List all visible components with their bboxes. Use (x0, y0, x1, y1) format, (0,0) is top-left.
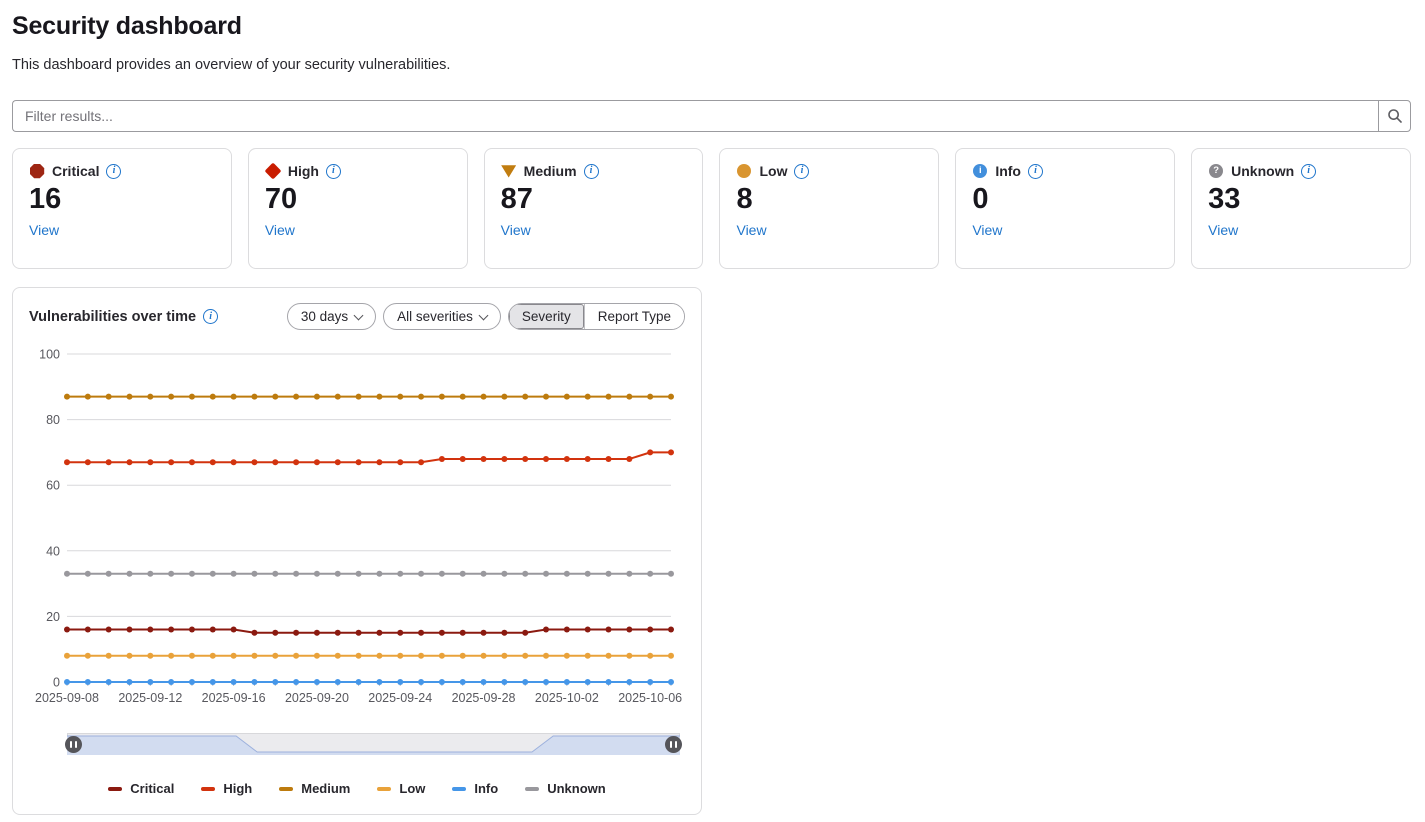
svg-text:2025-10-06: 2025-10-06 (618, 691, 682, 705)
chart-zoom-slider[interactable] (67, 733, 680, 755)
legend-item-unknown[interactable]: Unknown (525, 781, 606, 796)
legend-label: Medium (301, 781, 350, 796)
vulnerabilities-over-time-panel: Vulnerabilities over time i 30 days All … (12, 287, 702, 815)
svg-text:2025-09-28: 2025-09-28 (452, 691, 516, 705)
chart-legend: Critical High Medium Low Info Unknown (29, 781, 685, 796)
medium-severity-icon (501, 163, 517, 179)
toggle-report-type[interactable]: Report Type (584, 304, 684, 329)
info-icon[interactable]: i (203, 309, 218, 324)
severity-card-label: Critical (52, 163, 99, 179)
legend-swatch (279, 787, 293, 791)
legend-swatch (201, 787, 215, 791)
legend-item-medium[interactable]: Medium (279, 781, 350, 796)
info-severity-icon: i (972, 163, 988, 179)
legend-label: Low (399, 781, 425, 796)
svg-text:60: 60 (46, 479, 60, 493)
legend-label: Critical (130, 781, 174, 796)
severity-card-label: High (288, 163, 319, 179)
legend-swatch (377, 787, 391, 791)
chevron-down-icon (354, 310, 364, 320)
unknown-severity-icon: ? (1208, 163, 1224, 179)
legend-label: High (223, 781, 252, 796)
high-severity-icon (265, 163, 281, 179)
svg-text:0: 0 (53, 676, 60, 690)
info-icon[interactable]: i (1028, 164, 1043, 179)
legend-swatch (525, 787, 539, 791)
severity-card-label: Info (995, 163, 1021, 179)
legend-label: Unknown (547, 781, 606, 796)
view-link[interactable]: View (501, 222, 531, 238)
svg-text:2025-09-24: 2025-09-24 (368, 691, 432, 705)
severity-cards-row: Critical i 16 View High i 70 View Medium… (12, 148, 1411, 269)
svg-text:2025-09-20: 2025-09-20 (285, 691, 349, 705)
legend-item-critical[interactable]: Critical (108, 781, 174, 796)
severity-card-medium: Medium i 87 View (484, 148, 704, 269)
legend-swatch (452, 787, 466, 791)
info-icon[interactable]: i (794, 164, 809, 179)
view-link[interactable]: View (1208, 222, 1238, 238)
severity-count: 8 (736, 184, 922, 216)
toggle-severity[interactable]: Severity (509, 304, 584, 329)
filter-input[interactable] (12, 100, 1378, 132)
severity-card-label: Medium (524, 163, 577, 179)
severity-count: 87 (501, 184, 687, 216)
date-range-dropdown[interactable]: 30 days (287, 303, 376, 330)
severity-count: 0 (972, 184, 1158, 216)
severities-dropdown[interactable]: All severities (383, 303, 501, 330)
legend-item-low[interactable]: Low (377, 781, 425, 796)
search-button[interactable] (1378, 100, 1411, 132)
severity-card-label: Unknown (1231, 163, 1294, 179)
chevron-down-icon (478, 310, 488, 320)
security-dashboard-page: Security dashboard This dashboard provid… (0, 0, 1425, 815)
legend-item-high[interactable]: High (201, 781, 252, 796)
severity-card-low: Low i 8 View (719, 148, 939, 269)
page-title: Security dashboard (12, 12, 1411, 41)
severity-card-label: Low (759, 163, 787, 179)
severity-card-high: High i 70 View (248, 148, 468, 269)
slider-handle-left[interactable] (65, 736, 82, 753)
page-subtitle: This dashboard provides an overview of y… (12, 57, 1411, 73)
svg-text:40: 40 (46, 544, 60, 558)
info-icon[interactable]: i (584, 164, 599, 179)
svg-text:80: 80 (46, 413, 60, 427)
severity-count: 16 (29, 184, 215, 216)
slider-handle-right[interactable] (665, 736, 682, 753)
severity-card-unknown: ? Unknown i 33 View (1191, 148, 1411, 269)
view-link[interactable]: View (29, 222, 59, 238)
view-link[interactable]: View (972, 222, 1002, 238)
svg-text:2025-09-08: 2025-09-08 (35, 691, 99, 705)
search-icon (1387, 108, 1403, 124)
severity-count: 33 (1208, 184, 1394, 216)
svg-text:100: 100 (39, 348, 60, 362)
svg-text:2025-09-16: 2025-09-16 (202, 691, 266, 705)
severity-card-critical: Critical i 16 View (12, 148, 232, 269)
info-icon[interactable]: i (1301, 164, 1316, 179)
critical-severity-icon (29, 163, 45, 179)
legend-item-info[interactable]: Info (452, 781, 498, 796)
info-icon[interactable]: i (106, 164, 121, 179)
vulnerabilities-line-chart: 0 20 40 60 80 100 2025-09-08 2025-09-12 2025-09-… (29, 340, 687, 715)
severity-count: 70 (265, 184, 451, 216)
view-link[interactable]: View (265, 222, 295, 238)
view-link[interactable]: View (736, 222, 766, 238)
svg-text:2025-09-12: 2025-09-12 (118, 691, 182, 705)
severity-card-info: i Info i 0 View (955, 148, 1175, 269)
chart-title: Vulnerabilities over time (29, 309, 196, 325)
info-icon[interactable]: i (326, 164, 341, 179)
filter-bar (12, 100, 1411, 132)
low-severity-icon (736, 163, 752, 179)
svg-text:2025-10-02: 2025-10-02 (535, 691, 599, 705)
legend-swatch (108, 787, 122, 791)
chart-mode-toggle: Severity Report Type (508, 303, 685, 330)
legend-label: Info (474, 781, 498, 796)
svg-text:20: 20 (46, 610, 60, 624)
